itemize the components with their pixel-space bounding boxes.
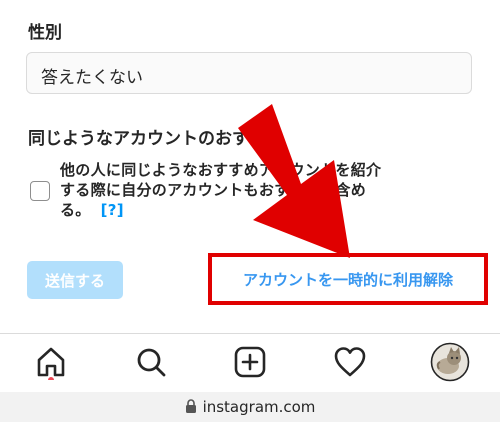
url-text: instagram.com <box>202 398 316 416</box>
new-post-icon[interactable] <box>232 344 268 380</box>
profile-avatar[interactable] <box>430 342 470 382</box>
help-link[interactable]: [?] <box>101 201 124 219</box>
similar-accounts-description: 他の人に同じようなおすすめアカウントを紹介する際に自分のアカウントもおすすめに含… <box>60 160 390 220</box>
annotation-highlight-box <box>208 253 488 305</box>
notification-dot <box>48 377 54 380</box>
home-icon[interactable] <box>33 344 69 380</box>
similar-accounts-checkbox[interactable] <box>30 181 50 201</box>
lock-icon <box>185 399 196 413</box>
gender-label: 性別 <box>28 23 62 43</box>
activity-heart-icon[interactable] <box>332 344 368 380</box>
browser-url-bar[interactable]: instagram.com <box>0 392 500 422</box>
similar-accounts-title: 同じようなアカウントのおすすめ <box>28 129 283 149</box>
gender-select[interactable]: 答えたくない <box>26 52 472 94</box>
submit-button[interactable]: 送信する <box>27 261 123 299</box>
search-icon[interactable] <box>133 344 169 380</box>
